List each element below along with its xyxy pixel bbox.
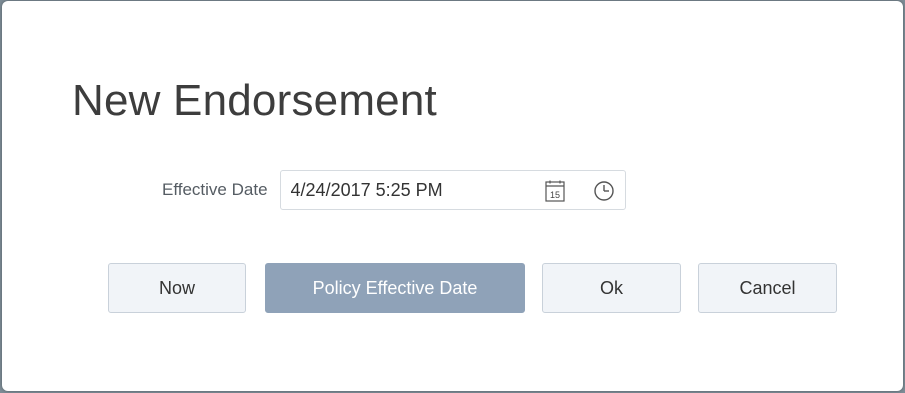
policy-effective-date-button[interactable]: Policy Effective Date (265, 263, 525, 313)
calendar-day-number: 15 (550, 190, 560, 200)
dialog-button-bar: Now Policy Effective Date Ok Cancel (108, 263, 837, 313)
effective-date-label: Effective Date (162, 180, 268, 199)
clock-icon[interactable] (591, 178, 617, 204)
calendar-icon[interactable]: 15 (542, 178, 568, 204)
effective-date-row: Effective Date 15 (162, 169, 626, 211)
new-endorsement-dialog: New Endorsement Effective Date 15 (2, 1, 903, 391)
cancel-button[interactable]: Cancel (698, 263, 837, 313)
dialog-title: New Endorsement (72, 76, 437, 125)
ok-button[interactable]: Ok (542, 263, 681, 313)
effective-date-field: 15 (279, 170, 626, 210)
now-button[interactable]: Now (108, 263, 246, 313)
effective-date-input[interactable] (290, 179, 531, 201)
